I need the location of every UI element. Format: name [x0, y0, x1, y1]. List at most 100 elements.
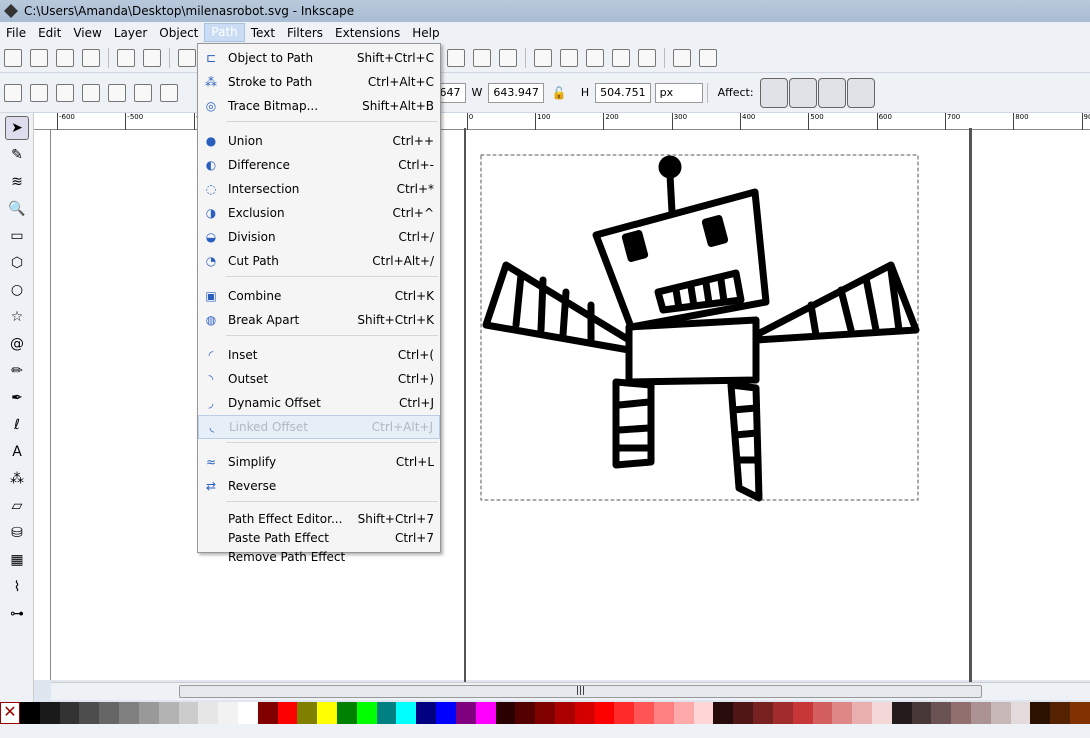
unit-select[interactable]: px	[654, 82, 703, 103]
menu-view[interactable]: View	[67, 26, 107, 40]
color-swatch[interactable]	[138, 702, 159, 724]
color-swatch[interactable]	[119, 702, 139, 724]
color-swatch[interactable]	[792, 702, 813, 724]
color-swatch[interactable]	[574, 702, 595, 724]
color-swatch[interactable]	[495, 702, 516, 724]
scrollbar-thumb[interactable]: |||	[179, 685, 982, 698]
color-swatch[interactable]	[990, 702, 1011, 724]
color-swatch[interactable]	[79, 702, 100, 724]
group-icon[interactable]	[473, 48, 491, 67]
color-swatch[interactable]	[634, 702, 654, 724]
lock-icon[interactable]: 🔓	[552, 86, 567, 100]
color-swatch[interactable]	[178, 702, 199, 724]
menu-item-reverse[interactable]: ⇄ Reverse	[198, 474, 440, 498]
width-field[interactable]: 643.947	[488, 82, 544, 103]
menu-item-trace-bitmap[interactable]: ◎ Trace Bitmap... Shift+Alt+B	[198, 94, 440, 118]
select-all-layers-icon[interactable]	[30, 83, 48, 102]
color-swatch[interactable]	[594, 702, 615, 724]
color-swatch[interactable]	[614, 702, 635, 724]
connector-tool-icon[interactable]: ⊶	[5, 602, 29, 626]
ellipse-tool-icon[interactable]: ○	[5, 278, 29, 302]
pen-tool-icon[interactable]: ✒	[5, 386, 29, 410]
menu-item-division[interactable]: ◒ Division Ctrl+/	[198, 225, 440, 249]
color-swatch[interactable]	[436, 702, 456, 724]
node-tool-icon[interactable]: ✎	[5, 143, 29, 167]
horizontal-scrollbar[interactable]: |||	[51, 682, 1090, 700]
affect-stroke-width-button[interactable]	[759, 77, 788, 108]
no-paint-swatch[interactable]: ✕	[0, 702, 20, 724]
undo-icon[interactable]	[178, 48, 196, 67]
eraser-tool-icon[interactable]: ▱	[5, 494, 29, 518]
spray-tool-icon[interactable]: ⁂	[5, 467, 29, 491]
rect-tool-icon[interactable]: ▭	[5, 224, 29, 248]
color-swatch[interactable]	[554, 702, 575, 724]
menu-item-break-apart[interactable]: ◍ Break Apart Shift+Ctrl+K	[198, 308, 440, 332]
color-swatch[interactable]	[475, 702, 496, 724]
print-icon[interactable]	[82, 48, 100, 67]
select-all-icon[interactable]	[4, 83, 22, 102]
menu-text[interactable]: Text	[245, 26, 281, 40]
color-swatch[interactable]	[416, 702, 437, 724]
affect-patterns-button[interactable]	[846, 77, 875, 108]
menu-file[interactable]: File	[0, 26, 32, 40]
star-tool-icon[interactable]: ☆	[5, 305, 29, 329]
menu-item-outset[interactable]: ◝ Outset Ctrl+)	[198, 367, 440, 391]
menu-extensions[interactable]: Extensions	[329, 26, 406, 40]
color-swatch[interactable]	[158, 702, 179, 724]
color-swatch[interactable]	[396, 702, 417, 724]
menu-layer[interactable]: Layer	[108, 26, 153, 40]
menu-filters[interactable]: Filters	[281, 26, 329, 40]
preferences-icon[interactable]	[673, 48, 691, 67]
menu-item-dynamic-offset[interactable]: ◞ Dynamic Offset Ctrl+J	[198, 391, 440, 415]
color-swatch[interactable]	[317, 702, 337, 724]
menu-item-linked-offset[interactable]: ◟ Linked Offset Ctrl+Alt+J	[198, 415, 440, 439]
color-swatch[interactable]	[515, 702, 536, 724]
affect-gradients-button[interactable]	[817, 77, 846, 108]
text-icon[interactable]	[560, 48, 578, 67]
color-swatch[interactable]	[99, 702, 120, 724]
color-swatch[interactable]	[218, 702, 238, 724]
color-swatch[interactable]	[931, 702, 952, 724]
affect-rounded-corners-button[interactable]	[788, 77, 817, 108]
menu-item-combine[interactable]: ▣ Combine Ctrl+K	[198, 284, 440, 308]
color-swatch[interactable]	[237, 702, 258, 724]
color-swatch[interactable]	[198, 702, 219, 724]
color-swatch[interactable]	[1010, 702, 1031, 724]
menu-item-intersection[interactable]: ◌ Intersection Ctrl+*	[198, 177, 440, 201]
gradient-tool-icon[interactable]: ▦	[5, 548, 29, 572]
menu-item-difference[interactable]: ◐ Difference Ctrl+-	[198, 153, 440, 177]
paint-bucket-tool-icon[interactable]: ⛁	[5, 521, 29, 545]
xml-editor-icon[interactable]	[612, 48, 630, 67]
select-tool-icon[interactable]: ➤	[5, 116, 29, 140]
color-swatch[interactable]	[772, 702, 793, 724]
color-swatch[interactable]	[356, 702, 377, 724]
color-swatch[interactable]	[891, 702, 912, 724]
layers-icon[interactable]	[586, 48, 604, 67]
new-icon[interactable]	[4, 48, 22, 67]
dropper-tool-icon[interactable]: ⌇	[5, 575, 29, 599]
menu-edit[interactable]: Edit	[32, 26, 67, 40]
color-swatch[interactable]	[852, 702, 872, 724]
document-properties-icon[interactable]	[699, 48, 717, 67]
3d-box-tool-icon[interactable]: ⬡	[5, 251, 29, 275]
color-swatch[interactable]	[277, 702, 298, 724]
color-swatch[interactable]	[535, 702, 555, 724]
calligraphy-tool-icon[interactable]: ℓ	[5, 413, 29, 437]
color-swatch[interactable]	[753, 702, 773, 724]
color-swatch[interactable]	[39, 702, 60, 724]
fill-stroke-icon[interactable]	[534, 48, 552, 67]
save-icon[interactable]	[56, 48, 74, 67]
color-swatch[interactable]	[20, 702, 40, 724]
color-swatch[interactable]	[812, 702, 833, 724]
color-swatch[interactable]	[673, 702, 694, 724]
color-swatch[interactable]	[297, 702, 318, 724]
height-field[interactable]: 504.751	[595, 82, 651, 103]
tweak-tool-icon[interactable]: ≋	[5, 170, 29, 194]
menu-object[interactable]: Object	[153, 26, 204, 40]
open-icon[interactable]	[30, 48, 48, 67]
color-swatch[interactable]	[871, 702, 892, 724]
color-swatch[interactable]	[693, 702, 714, 724]
ungroup-icon[interactable]	[499, 48, 517, 67]
menu-item-remove-path-effect[interactable]: Remove Path Effect	[198, 547, 440, 566]
color-swatch[interactable]	[59, 702, 80, 724]
